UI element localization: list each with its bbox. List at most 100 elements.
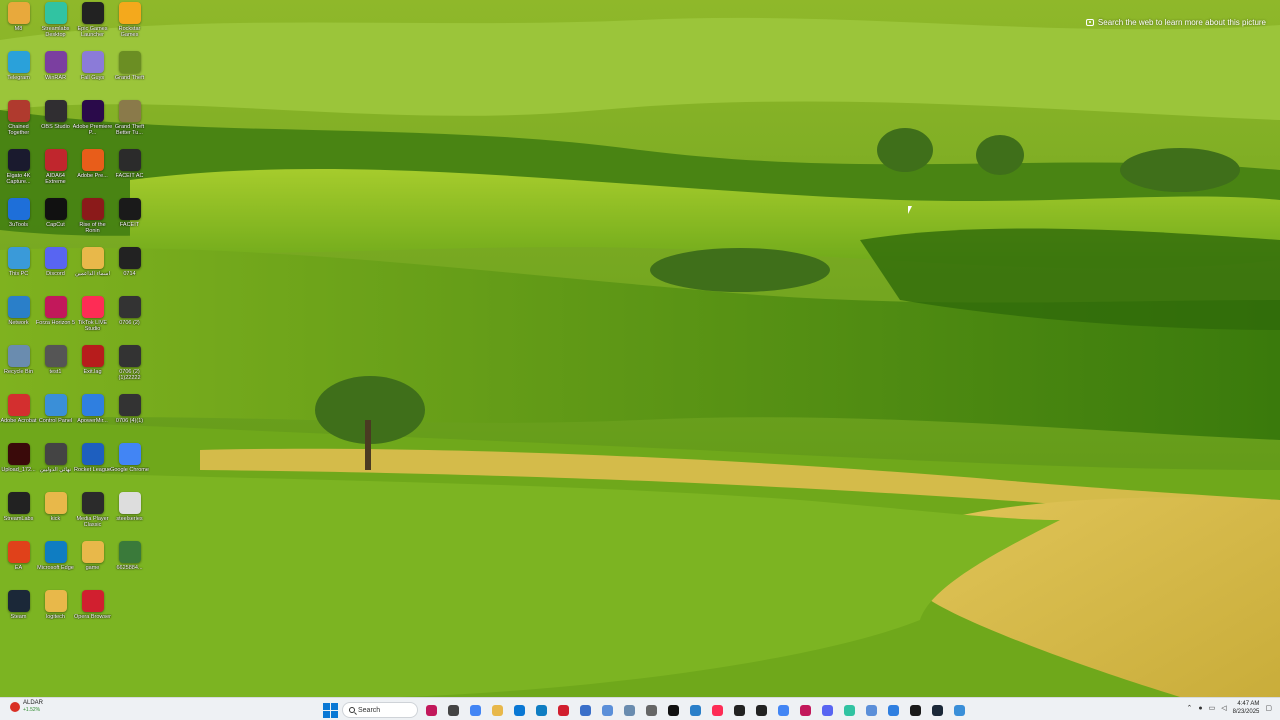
desktop-icon[interactable]: This PC [0,245,37,293]
taskbar-app[interactable] [444,701,462,719]
taskbar-search[interactable]: Search [342,702,418,718]
taskbar-app[interactable] [466,701,484,719]
desktop-icon[interactable]: Upload_172... [0,441,37,489]
desktop-icon[interactable]: 0706 (2)(1)22222 [111,343,148,391]
desktop-icon[interactable]: WinRAR [37,49,74,97]
desktop-icon[interactable]: StreamLabs [0,490,37,538]
desktop-icon-label: 0706 (2)(1)22222 [118,369,141,381]
taskbar-app[interactable] [686,701,704,719]
desktop-icon[interactable]: Steam [0,588,37,636]
desktop-icon[interactable]: test1 [37,343,74,391]
taskbar-app[interactable] [620,701,638,719]
chevron-up-icon[interactable]: ⌃ [1187,704,1193,712]
desktop-icon[interactable]: Fall Guys [74,49,111,97]
desktop-icon-label: Microsoft Edge [37,565,74,571]
taskbar-app[interactable] [730,701,748,719]
taskbar-app[interactable] [796,701,814,719]
desktop-icon[interactable]: Grand Theft [111,49,148,97]
taskbar-app[interactable] [862,701,880,719]
taskbar-app[interactable] [576,701,594,719]
taskbar-app[interactable] [664,701,682,719]
desktop-icon-label: Adobe Premiere P... [72,124,113,136]
taskbar-app[interactable] [928,701,946,719]
desktop-icon[interactable]: 0714 [111,245,148,293]
streamlabs-taskbar-icon [843,704,855,716]
desktop-icon[interactable]: Rocket League [74,441,111,489]
desktop-icon[interactable]: Epic Games Launcher [74,0,111,48]
desktop-icon[interactable]: Exit.lag [74,343,111,391]
taskbar-app[interactable] [554,701,572,719]
desktop-icon[interactable]: 0706 (4)(1) [111,392,148,440]
desktop-icon-label: OBS Studio [41,124,70,130]
desktop-icon-label: Adobe Pre... [77,173,108,179]
desktop-icon[interactable]: FACEIT [111,196,148,244]
desktop-icon[interactable]: 6625884... [111,539,148,587]
desktop-icon[interactable]: Control Panel [37,392,74,440]
taskbar-app[interactable] [884,701,902,719]
desktop-icon[interactable]: OBS Studio [37,98,74,146]
desktop-icon[interactable]: Streamlabs Desktop [37,0,74,48]
desktop-icon-label: M8 [14,26,23,32]
desktop-icon[interactable]: اسماء الداعمين [74,245,111,293]
taskbar-app[interactable] [642,701,660,719]
weather-widget[interactable]: ALDAR +1.52% [10,700,43,714]
desktop-icon[interactable]: Adobe Acrobat [0,392,37,440]
taskbar-app[interactable] [532,701,550,719]
desktop-icon[interactable]: steelseries [111,490,148,538]
desktop-icon[interactable]: Elgato 4K Capture... [0,147,37,195]
desktop-icon[interactable]: Opera Browser [74,588,111,636]
desktop-icon[interactable]: 3uTools [0,196,37,244]
desktop-icon[interactable]: 0706 (2) [111,294,148,342]
clock[interactable]: 4:47 AM 8/23/2025 [1233,700,1260,716]
spotlight-link[interactable]: Search the web to learn more about this … [1085,14,1266,30]
desktop-icon[interactable]: Media Player Classic [74,490,111,538]
desktop-icon[interactable]: Rockstar Games [111,0,148,48]
taskbar-app[interactable] [708,701,726,719]
chrome-taskbar-icon [469,704,481,716]
desktop-icon[interactable]: AIDA64 Extreme [37,147,74,195]
taskbar-app[interactable] [488,701,506,719]
taskbar-app[interactable] [950,701,968,719]
desktop-icon[interactable]: CapCut [37,196,74,244]
network-tray-icon[interactable]: ▭ [1209,704,1216,712]
desktop-icon[interactable]: Adobe Pre... [74,147,111,195]
desktop-icon[interactable]: Forza Horizon 5 [36,294,75,342]
microphone-icon[interactable]: ● [1198,705,1202,712]
desktop-icon[interactable]: Rise of the Ronin [74,196,111,244]
taskbar-app[interactable] [598,701,616,719]
volume-icon[interactable]: ◁ [1221,704,1226,712]
desktop-icon-label: Rise of the Ronin [79,222,106,234]
desktop-icon[interactable]: EA [0,539,37,587]
taskbar-app[interactable] [840,701,858,719]
obs-icon [44,100,67,122]
desktop-icon-label: Epic Games Launcher [77,26,108,38]
start-button[interactable] [322,702,338,718]
desktop-icon[interactable]: Network [0,294,37,342]
desktop-icon[interactable]: FACEIT AC [111,147,148,195]
desktop-icon-label: logitech [46,614,65,620]
desktop-icon[interactable]: Telegram [0,49,37,97]
notification-icon[interactable]: ▢ [1265,704,1272,712]
desktop-icon[interactable]: Grand Theft Better Tu... [111,98,148,146]
desktop-icon[interactable]: M8 [0,0,37,48]
taskbar-app[interactable] [422,701,440,719]
desktop-icon[interactable]: نهائي الدوليين [37,441,74,489]
desktop-icon[interactable]: kick [37,490,74,538]
desktop-icon[interactable]: game [74,539,111,587]
desktop-icon[interactable]: Google Chrome [110,441,149,489]
desktop-icon[interactable]: Microsoft Edge [37,539,74,587]
desktop-icon[interactable]: Recycle Bin [0,343,37,391]
desktop-icon[interactable]: Chained Together [0,98,37,146]
chrome-2-icon [777,704,789,716]
taskbar-app[interactable] [818,701,836,719]
desktop-icon-label: FACEIT [119,222,140,228]
taskbar-app[interactable] [510,701,528,719]
desktop-icon[interactable]: logitech [37,588,74,636]
taskbar-app[interactable] [906,701,924,719]
desktop-icon[interactable]: Adobe Premiere P... [72,98,113,146]
desktop-icon[interactable]: TikTok LIVE Studio [74,294,111,342]
desktop-icon[interactable]: ApowerMir... [74,392,111,440]
taskbar-app[interactable] [774,701,792,719]
taskbar-app[interactable] [752,701,770,719]
desktop-icon[interactable]: Discord [37,245,74,293]
